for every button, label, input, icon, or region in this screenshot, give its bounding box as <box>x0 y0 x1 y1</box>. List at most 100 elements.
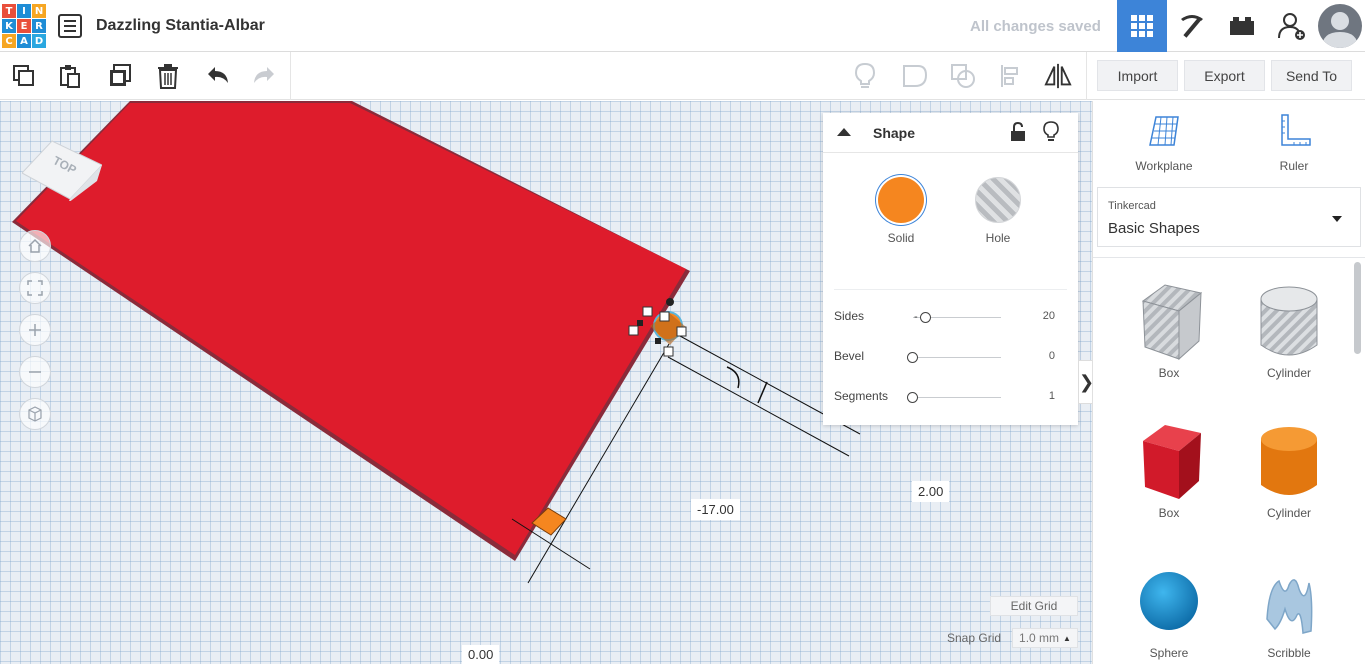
hole-option[interactable]: Hole <box>968 177 1028 245</box>
snap-grid-label: Snap Grid <box>947 631 1002 645</box>
view-cube[interactable]: TOP <box>21 131 103 203</box>
workplane-icon <box>1149 116 1179 146</box>
pickaxe-icon[interactable] <box>1167 0 1217 52</box>
lift-handle[interactable] <box>666 298 674 306</box>
perspective-cube-icon[interactable] <box>19 398 51 430</box>
ruler-label: Ruler <box>1279 159 1309 173</box>
segments-value[interactable]: 1 <box>1049 390 1055 402</box>
logo-letter: E <box>17 19 31 33</box>
logo-letter: A <box>17 34 31 48</box>
bevel-slider-track[interactable] <box>913 357 1001 358</box>
delete-icon[interactable] <box>154 62 182 90</box>
panel-divider <box>834 289 1067 290</box>
resize-handle[interactable] <box>659 311 670 322</box>
caret-up-icon: ▲ <box>1063 633 1071 643</box>
align-icon[interactable] <box>997 62 1025 90</box>
snap-grid-select[interactable]: 1.0 mm ▲ <box>1012 628 1078 648</box>
shape-box-solid[interactable]: Box <box>1114 419 1224 520</box>
ruler-icon <box>1281 114 1311 146</box>
workplane-tool[interactable]: Workplane <box>1124 113 1204 173</box>
shape-scribble[interactable]: Scribble <box>1234 559 1344 660</box>
red-box[interactable] <box>16 103 686 555</box>
redo-icon[interactable] <box>250 62 278 90</box>
height-dimension-label[interactable]: 2.00 <box>912 481 950 502</box>
rotate-arrow-icon[interactable] <box>726 366 740 389</box>
3d-view-grid-icon[interactable] <box>1117 0 1167 52</box>
sidebar-divider <box>1093 257 1365 258</box>
add-user-icon[interactable] <box>1267 0 1317 52</box>
bevel-property: Bevel 0 <box>823 347 1078 367</box>
import-button[interactable]: Import <box>1097 60 1178 91</box>
resize-handle[interactable] <box>655 338 661 344</box>
bevel-slider-knob[interactable] <box>907 352 918 363</box>
toolbar-divider <box>290 52 291 100</box>
logo-letter: D <box>32 34 46 48</box>
lightbulb-icon[interactable] <box>851 62 879 90</box>
box-icon <box>1143 425 1201 499</box>
shape-library-select[interactable]: Tinkercad Basic Shapes <box>1097 187 1361 247</box>
zoom-out-icon[interactable] <box>19 356 51 388</box>
shape-cylinder-solid[interactable]: Cylinder <box>1234 419 1344 520</box>
dimension-line <box>667 356 850 457</box>
send-to-button[interactable]: Send To <box>1271 60 1352 91</box>
design-title[interactable]: Dazzling Stantia-Albar <box>96 17 265 35</box>
zoom-in-icon[interactable] <box>19 314 51 346</box>
bevel-label: Bevel <box>834 349 865 363</box>
sidebar-scrollbar[interactable] <box>1354 262 1361 354</box>
logo-letter: I <box>17 4 31 18</box>
library-name: Basic Shapes <box>1108 220 1200 237</box>
home-view-icon[interactable] <box>19 230 51 262</box>
fit-view-icon[interactable] <box>19 272 51 304</box>
lightbulb-icon[interactable] <box>1043 121 1059 148</box>
segments-slider-knob[interactable] <box>907 392 918 403</box>
shape-label: Sphere <box>1149 646 1189 660</box>
bevel-value[interactable]: 0 <box>1049 350 1055 362</box>
sides-property: Sides - 20 <box>823 307 1078 327</box>
mirror-icon[interactable] <box>1044 62 1072 90</box>
shape-cylinder-hole[interactable]: Cylinder <box>1234 279 1344 380</box>
slider-minus-mark: - <box>914 311 918 323</box>
unlock-icon[interactable] <box>1010 121 1026 147</box>
shape-sphere[interactable]: Sphere <box>1114 559 1224 660</box>
logo-letter: N <box>32 4 46 18</box>
shape-inspector-header: Shape <box>823 113 1078 153</box>
edit-toolbar: Import Export Send To <box>0 52 1365 100</box>
tinkercad-logo[interactable]: T I N K E R C A D <box>2 4 46 48</box>
height-arrow-icon[interactable] <box>757 381 768 404</box>
resize-handle[interactable] <box>637 320 643 326</box>
logo-letter: K <box>2 19 16 33</box>
sphere-icon <box>1140 572 1198 630</box>
export-button[interactable]: Export <box>1184 60 1265 91</box>
solid-swatch[interactable] <box>878 177 924 223</box>
scribble-icon <box>1266 579 1313 634</box>
resize-handle[interactable] <box>676 326 687 337</box>
resize-handle[interactable] <box>663 346 674 357</box>
avatar[interactable] <box>1318 4 1362 48</box>
edit-grid-button[interactable]: Edit Grid <box>990 596 1078 616</box>
shape-label: Box <box>1158 366 1180 380</box>
segments-property: Segments 1 <box>823 387 1078 407</box>
chevron-down-icon <box>1332 216 1342 222</box>
copy-icon[interactable] <box>10 62 38 90</box>
sides-value[interactable]: 20 <box>1043 310 1055 322</box>
hole-swatch[interactable] <box>975 177 1021 223</box>
undo-icon[interactable] <box>204 62 232 90</box>
resize-handle[interactable] <box>628 325 639 336</box>
ruler-tool[interactable]: Ruler <box>1254 113 1334 173</box>
origin-dimension-label[interactable]: 0.00 <box>462 645 500 664</box>
shape-label: Cylinder <box>1266 366 1311 380</box>
collapse-icon[interactable] <box>837 128 851 136</box>
segments-slider-track[interactable] <box>913 397 1001 398</box>
paste-icon[interactable] <box>56 62 84 90</box>
group-icon[interactable] <box>901 62 929 90</box>
depth-dimension-label[interactable]: -17.00 <box>691 499 740 520</box>
design-list-icon[interactable] <box>58 14 82 38</box>
shape-box-hole[interactable]: Box <box>1114 279 1224 380</box>
sides-slider-knob[interactable] <box>920 312 931 323</box>
logo-letter: R <box>32 19 46 33</box>
resize-handle[interactable] <box>642 306 653 317</box>
bricks-icon[interactable] <box>1217 0 1267 52</box>
solid-option[interactable]: Solid <box>871 177 931 245</box>
ungroup-icon[interactable] <box>949 62 977 90</box>
duplicate-icon[interactable] <box>106 62 134 90</box>
